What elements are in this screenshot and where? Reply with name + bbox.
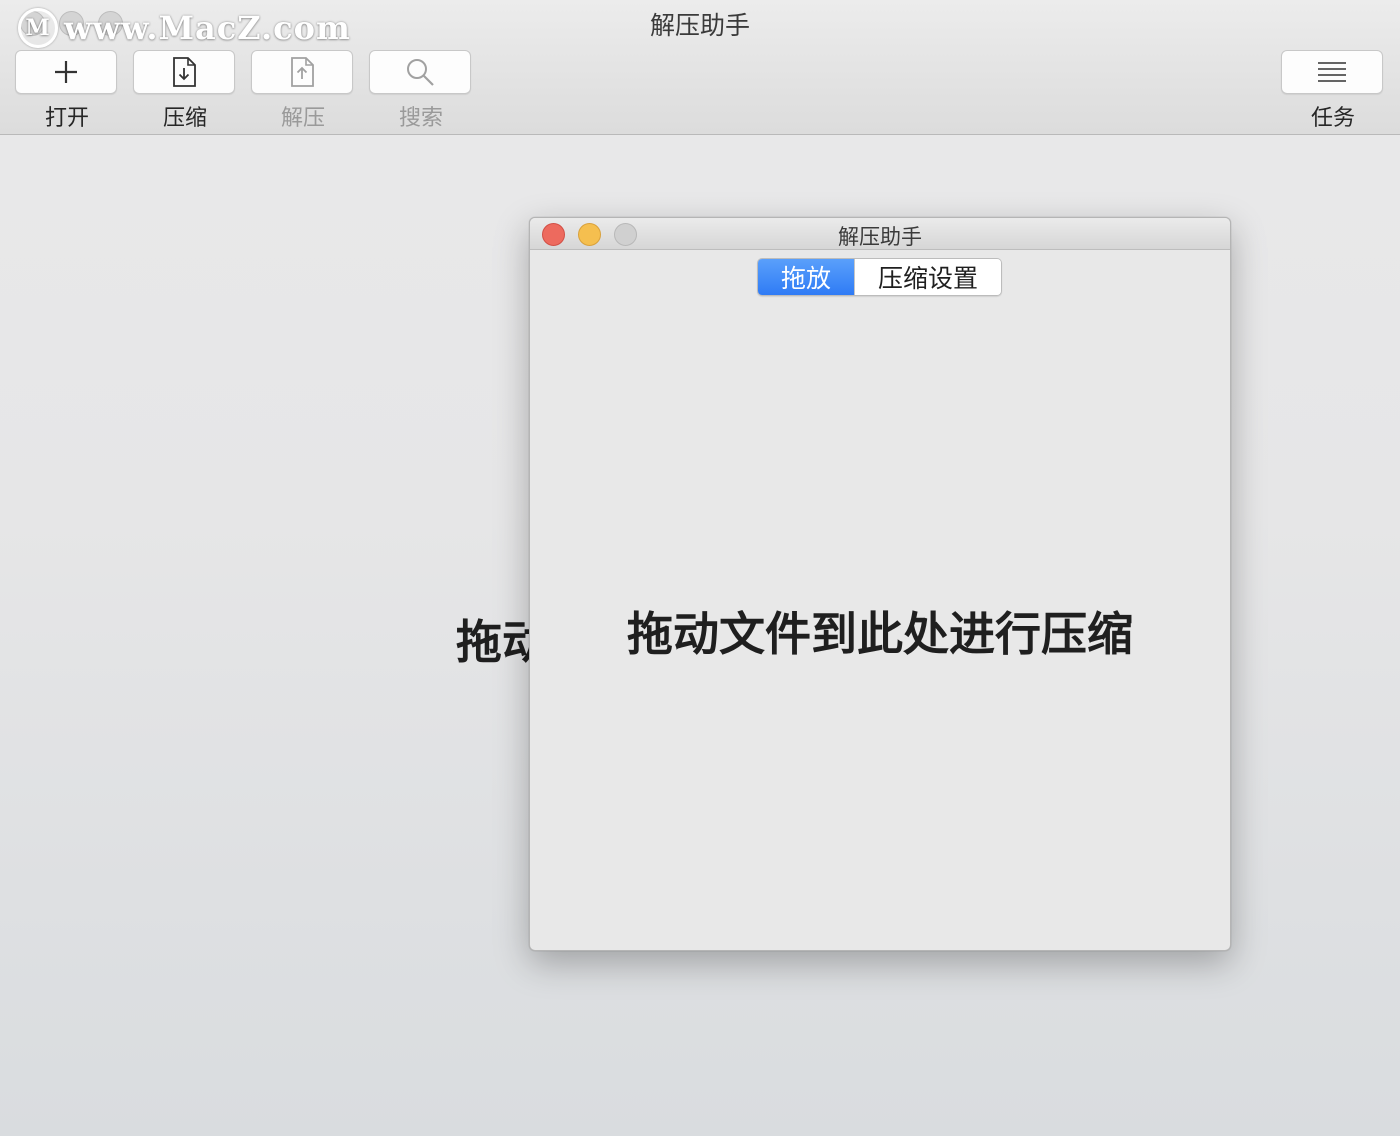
search-button[interactable] [369, 50, 471, 94]
dialog-tab-control: 拖放 压缩设置 [757, 258, 1002, 296]
toolbar-compress[interactable]: 压缩 [133, 50, 237, 131]
dialog-window: 解压助手 拖放 压缩设置 拖动文件到此处进行压缩 [529, 217, 1231, 951]
open-button[interactable] [15, 50, 117, 94]
plus-icon [55, 61, 77, 83]
toolbar-search[interactable]: 搜索 [369, 50, 473, 131]
tasks-label: 任务 [1310, 106, 1355, 131]
file-upload-icon [291, 57, 314, 87]
compress-label: 压缩 [162, 106, 207, 131]
toolbar-extract[interactable]: 解压 [251, 50, 355, 131]
extract-label: 解压 [280, 106, 325, 131]
watermark: M www.MacZ.com [18, 8, 351, 48]
toolbar-tasks[interactable]: 任务 [1281, 50, 1385, 131]
open-label: 打开 [44, 106, 89, 131]
tab-drop[interactable]: 拖放 [758, 259, 854, 295]
magnifier-icon [407, 59, 434, 86]
tasks-button[interactable] [1281, 50, 1383, 94]
watermark-logo-icon: M [18, 8, 58, 48]
file-download-icon [173, 57, 196, 87]
search-label: 搜索 [398, 106, 443, 131]
extract-button[interactable] [251, 50, 353, 94]
list-icon [1318, 62, 1346, 82]
drop-zone-hint: 拖动文件到此处进行压缩 [627, 607, 1133, 661]
tab-compress-settings[interactable]: 压缩设置 [854, 259, 1001, 295]
toolbar-open[interactable]: 打开 [15, 50, 119, 131]
compress-button[interactable] [133, 50, 235, 94]
watermark-text: www.MacZ.com [64, 9, 351, 47]
titlebar-toolbar: 解压助手 M www.MacZ.com 打开 压缩 解压 搜索 任务 [0, 0, 1400, 135]
dialog-titlebar[interactable]: 解压助手 [530, 218, 1230, 250]
dialog-title: 解压助手 [838, 225, 922, 249]
